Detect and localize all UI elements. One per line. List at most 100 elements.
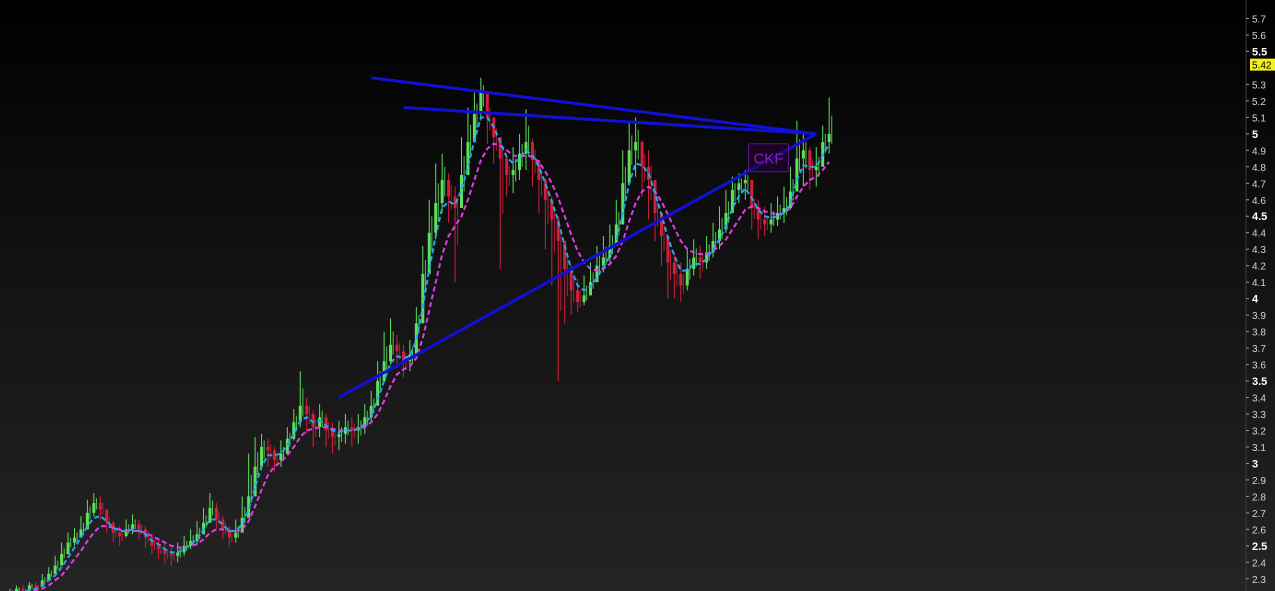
candle: [85, 499, 91, 530]
candle: [111, 521, 117, 543]
trendline: [338, 132, 817, 399]
candle: [350, 417, 355, 447]
candle-body: [21, 588, 25, 591]
candle-body: [376, 381, 380, 406]
candle-body: [266, 446, 270, 451]
candle: [279, 440, 284, 467]
axis-tick-label: 3.3: [1252, 410, 1266, 421]
candle: [692, 239, 697, 276]
candle: [647, 150, 652, 220]
candle: [143, 526, 149, 548]
candle-body: [260, 446, 264, 467]
candle: [169, 547, 175, 566]
axis-tick-label: 4.6: [1252, 196, 1266, 207]
axis-tick-label: 3.7: [1252, 344, 1266, 355]
candle: [447, 173, 452, 223]
candle-body: [827, 133, 831, 143]
candle: [156, 539, 162, 560]
axis-tick-label: 3.8: [1252, 328, 1266, 339]
trendlines-layer: [338, 76, 817, 399]
candle: [627, 120, 633, 184]
axis-tick-label: 5.7: [1252, 14, 1266, 25]
axis-tick-label: 5.6: [1252, 31, 1266, 42]
price-chart[interactable]: CKF 2.3 2.4 2.5 2.6 2.7 2.8 2.9 3 3.1 3.2 3.3 3.4 3.…: [0, 0, 1275, 591]
axis-tick-label: 4.5: [1252, 211, 1267, 223]
candle: [498, 137, 504, 269]
candle-body: [98, 502, 102, 510]
last-price-label: 5.42: [1252, 61, 1272, 72]
candle: [311, 410, 317, 447]
price-chart-svg[interactable]: CKF 2.3 2.4 2.5 2.6 2.7 2.8 2.9 3 3.1 3.2 3.3 3.4 3.…: [0, 0, 1275, 591]
candle: [543, 178, 549, 250]
candle-body: [672, 262, 676, 274]
candle: [530, 138, 536, 187]
trendline: [403, 105, 817, 136]
axis-tick-label: 3: [1252, 458, 1258, 470]
candle: [182, 535, 188, 556]
trendline: [371, 76, 817, 136]
candle: [105, 509, 110, 533]
candle-body: [285, 438, 289, 454]
candle: [189, 529, 194, 550]
candles-layer: [9, 77, 833, 591]
candle-body: [105, 509, 109, 523]
candle: [60, 542, 65, 566]
candle-body: [801, 150, 805, 159]
candle: [305, 397, 310, 434]
axis-tick-label: 4.1: [1252, 278, 1266, 289]
candle-body: [640, 142, 644, 167]
axis-tick-label: 3.5: [1252, 376, 1267, 388]
candle-body: [73, 537, 76, 543]
candle-body: [395, 344, 399, 352]
candle: [821, 125, 826, 167]
candle: [253, 437, 259, 497]
axis-tick-label: 4.3: [1252, 245, 1266, 256]
candle-body: [679, 273, 683, 286]
candle-body: [440, 179, 444, 204]
candle-body: [782, 208, 786, 213]
candle-body: [576, 290, 580, 302]
candle: [21, 585, 26, 591]
candle-body: [34, 585, 38, 588]
candle: [427, 199, 433, 274]
candle-body: [447, 179, 451, 197]
axis-tick-label: 4.8: [1252, 163, 1266, 174]
candle-body: [763, 219, 767, 225]
axis-tick-label: 2.9: [1252, 476, 1266, 487]
candle-body: [305, 405, 309, 414]
axis-tick-label: 3.1: [1252, 443, 1266, 454]
axis-tick-label: 2.5: [1252, 541, 1267, 553]
candle-body: [769, 219, 773, 225]
candle: [505, 156, 510, 197]
axis-tick-label: 2.7: [1252, 509, 1266, 520]
candle-body: [66, 542, 70, 555]
candle: [479, 77, 484, 121]
candle-body: [137, 524, 141, 530]
candle-body: [505, 158, 509, 176]
axis-tick-label: 5.3: [1252, 80, 1266, 91]
candle-body: [750, 179, 754, 208]
candle: [266, 438, 272, 467]
candle-body: [169, 554, 173, 556]
candle: [324, 414, 330, 447]
candle: [331, 422, 336, 454]
candle-body: [337, 433, 341, 438]
price-axis[interactable]: 2.3 2.4 2.5 2.6 2.7 2.8 2.9 3 3.1 3.2 3.3 3.4 3.5 3.6…: [1245, 0, 1275, 591]
candle: [272, 446, 278, 472]
axis-tick-label: 3.9: [1252, 311, 1266, 322]
candle-body: [756, 208, 760, 220]
axis-tick-label: 3.6: [1252, 361, 1266, 372]
candle-body: [582, 295, 586, 302]
candle-body: [460, 175, 463, 208]
candle: [511, 147, 517, 194]
candle: [698, 245, 704, 279]
candle: [460, 137, 465, 208]
axis-tick-label: 2.6: [1252, 525, 1266, 536]
candle: [14, 585, 20, 591]
axis-tick-label: 2.4: [1252, 558, 1266, 569]
candle: [298, 371, 304, 428]
candle-body: [743, 179, 747, 184]
candle-body: [698, 257, 702, 263]
candle-body: [214, 507, 218, 520]
candle: [163, 544, 168, 564]
